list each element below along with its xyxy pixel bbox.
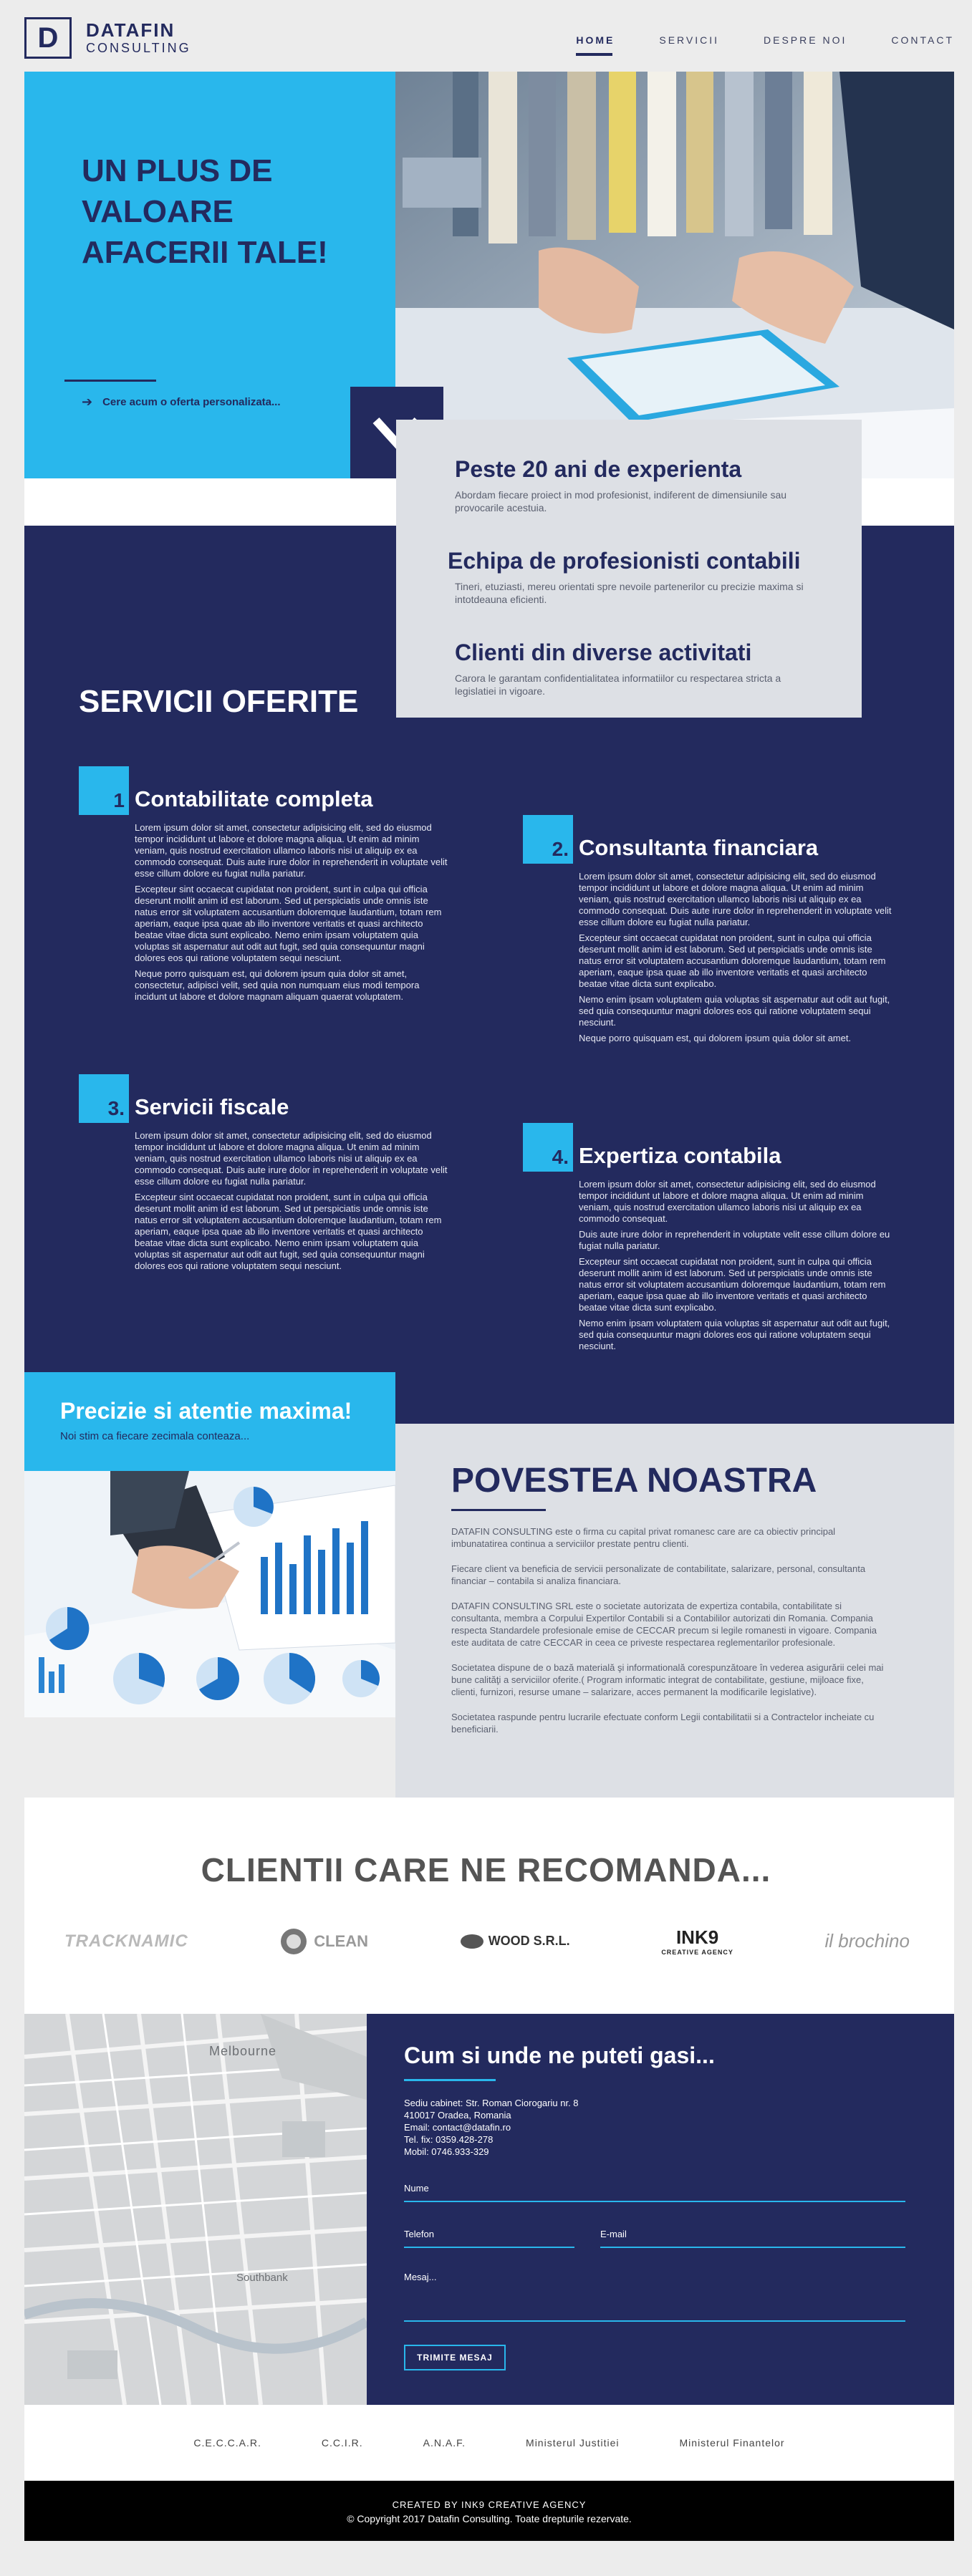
service-title: Contabilitate completa bbox=[135, 786, 373, 811]
contact-title: Cum si unde ne puteti gasi... bbox=[404, 2042, 715, 2068]
contact-info: Sediu cabinet: Str. Roman Ciorogariu nr.… bbox=[404, 2097, 954, 2158]
precision-title: Precizie si atentie maxima! bbox=[60, 1398, 352, 1424]
story-paragraph: Societatea dispune de o bază materială ş… bbox=[451, 1662, 884, 1697]
logo[interactable]: D DATAFIN CONSULTING bbox=[24, 17, 191, 59]
clients-section bbox=[24, 1798, 954, 2014]
phone-field[interactable]: Telefon bbox=[404, 2229, 574, 2248]
contact-email[interactable]: Email: contact@datafin.ro bbox=[404, 2121, 954, 2133]
site-header: D DATAFIN CONSULTING HOME SERVICII DESPR… bbox=[24, 0, 954, 72]
precision-subtitle: Noi stim ca fiecare zecimala conteaza... bbox=[60, 1430, 250, 1442]
precision-banner: Precizie si atentie maxima! Noi stim ca … bbox=[24, 1372, 395, 1471]
feature-text: Tineri, etuziasti, mereu orientati spre … bbox=[455, 581, 804, 605]
service-title: Servicii fiscale bbox=[135, 1094, 289, 1119]
nav-servicii[interactable]: SERVICII bbox=[659, 34, 719, 53]
story-paragraph: Fiecare client va beneficia de servicii … bbox=[451, 1563, 866, 1586]
hero-cta-link[interactable]: ➔ Cere acum o oferta personalizata... bbox=[82, 395, 281, 410]
feature-item: Clienti din diverse activitati Carora le… bbox=[455, 639, 862, 698]
map-city-label: Melbourne bbox=[209, 2044, 277, 2058]
story-panel: POVESTEA NOASTRA DATAFIN CONSULTING este… bbox=[395, 1424, 954, 1798]
footer-copyright: © Copyright 2017 Datafin Consulting. Toa… bbox=[347, 2513, 632, 2524]
hero-cta-label: Cere acum o oferta personalizata... bbox=[102, 396, 281, 408]
hero-title: UN PLUS DE VALOARE AFACERII TALE! bbox=[82, 153, 328, 270]
wood-mark-icon bbox=[460, 1934, 483, 1949]
send-message-button[interactable]: TRIMITE MESAJ bbox=[404, 2345, 506, 2370]
story-paragraph: DATAFIN CONSULTING SRL este o societate … bbox=[451, 1601, 877, 1648]
feature-item: Peste 20 ani de experienta Abordam fieca… bbox=[455, 455, 862, 514]
map-illustration bbox=[24, 2014, 367, 2405]
service-title: Expertiza contabila bbox=[579, 1143, 781, 1168]
hero-image bbox=[395, 72, 954, 478]
nav-contact[interactable]: CONTACT bbox=[891, 34, 954, 53]
page: D DATAFIN CONSULTING HOME SERVICII DESPR… bbox=[0, 0, 972, 2576]
hero-panel: UN PLUS DE VALOARE AFACERII TALE! ➔ Cere… bbox=[24, 72, 395, 478]
hero-calculator-illustration bbox=[395, 72, 954, 478]
logo-name: DATAFIN bbox=[86, 19, 175, 41]
partner-link-finante[interactable]: Ministerul Finantelor bbox=[680, 2437, 785, 2449]
email-field[interactable]: E-mail bbox=[600, 2229, 905, 2248]
service-number: 3. bbox=[79, 1074, 129, 1123]
story-paragraph: Societatea raspunde pentru lucrarile efe… bbox=[451, 1712, 875, 1735]
client-logo-wood[interactable]: WOOD S.R.L. bbox=[460, 1933, 570, 1950]
service-title: Consultanta financiara bbox=[579, 835, 819, 860]
contact-mobile[interactable]: Mobil: 0746.933-329 bbox=[404, 2146, 954, 2158]
client-logo-clean[interactable]: CLEAN bbox=[279, 1927, 368, 1956]
feature-item: Echipa de profesionisti contabili Tineri… bbox=[448, 547, 862, 606]
feature-text: Carora le garantam confidentialitatea in… bbox=[455, 672, 781, 697]
contact-city: 410017 Oradea, Romania bbox=[404, 2110, 511, 2121]
location-map[interactable]: Melbourne Southbank bbox=[24, 2014, 367, 2405]
nav-despre-noi[interactable]: DESPRE NOI bbox=[764, 34, 847, 53]
contact-section: Cum si unde ne puteti gasi... Sediu cabi… bbox=[367, 2014, 954, 2405]
arrow-right-icon: ➔ bbox=[82, 395, 93, 409]
hero-divider bbox=[64, 380, 156, 382]
clients-title: CLIENTII CARE NE RECOMANDA... bbox=[201, 1851, 771, 1888]
service-number: 1 bbox=[79, 766, 129, 815]
charts-illustration bbox=[24, 1471, 395, 1717]
client-logo-ink9[interactable]: INK9 CREATIVE AGENCY bbox=[661, 1926, 733, 1956]
client-logos: TRACKNAMIC CLEAN WOOD S.R.L. INK9 CREATI… bbox=[64, 1926, 910, 1956]
partners-bar: C.E.C.C.A.R. C.C.I.R. A.N.A.F. Ministeru… bbox=[24, 2405, 954, 2481]
feature-text: Abordam fiecare proiect in mod profesion… bbox=[455, 489, 787, 513]
site-footer: CREATED BY INK9 CREATIVE AGENCY © Copyri… bbox=[24, 2481, 954, 2541]
story-paragraph: DATAFIN CONSULTING este o firma cu capit… bbox=[451, 1526, 836, 1549]
clean-mark-icon bbox=[281, 1928, 307, 1954]
service-number: 4. bbox=[523, 1123, 573, 1172]
partner-link-ccir[interactable]: C.C.I.R. bbox=[322, 2437, 363, 2449]
service-description: Lorem ipsum dolor sit amet, consectetur … bbox=[135, 822, 448, 1002]
client-logo-tracknamic[interactable]: TRACKNAMIC bbox=[64, 1931, 188, 1952]
nav-home[interactable]: HOME bbox=[576, 34, 615, 56]
footer-credit[interactable]: CREATED BY INK9 CREATIVE AGENCY bbox=[24, 2499, 954, 2510]
logo-subtitle: CONSULTING bbox=[86, 41, 191, 55]
services-title: SERVICII OFERITE bbox=[79, 684, 359, 719]
service-number: 2. bbox=[523, 815, 573, 864]
feature-title: Peste 20 ani de experienta bbox=[455, 456, 742, 482]
story-image bbox=[24, 1471, 395, 1717]
service-description: Lorem ipsum dolor sit amet, consectetur … bbox=[135, 1130, 448, 1271]
feature-title: Echipa de profesionisti contabili bbox=[448, 548, 801, 574]
features-card: Peste 20 ani de experienta Abordam fieca… bbox=[396, 420, 862, 718]
contact-phone[interactable]: Tel. fix: 0359.428-278 bbox=[404, 2133, 954, 2146]
main-nav: HOME SERVICII DESPRE NOI CONTACT bbox=[531, 34, 954, 56]
service-description: Lorem ipsum dolor sit amet, consectetur … bbox=[579, 871, 892, 1043]
partner-link-anaf[interactable]: A.N.A.F. bbox=[423, 2437, 466, 2449]
logo-mark: D bbox=[24, 17, 72, 59]
service-description: Lorem ipsum dolor sit amet, consectetur … bbox=[579, 1179, 890, 1351]
partner-link-ceccar[interactable]: C.E.C.C.A.R. bbox=[193, 2437, 261, 2449]
contact-divider bbox=[404, 2079, 496, 2081]
name-field[interactable]: Nume bbox=[404, 2183, 905, 2202]
story-title: POVESTEA NOASTRA bbox=[451, 1462, 817, 1500]
partner-link-justitie[interactable]: Ministerul Justitiei bbox=[526, 2437, 619, 2449]
story-divider bbox=[451, 1509, 546, 1511]
contact-address: Sediu cabinet: Str. Roman Ciorogariu nr.… bbox=[404, 2098, 579, 2108]
message-field[interactable]: Mesaj... bbox=[404, 2272, 905, 2322]
feature-title: Clienti din diverse activitati bbox=[455, 640, 752, 665]
client-logo-brochino[interactable]: il brochino bbox=[824, 1930, 910, 1952]
map-area-label: Southbank bbox=[236, 2272, 288, 2284]
